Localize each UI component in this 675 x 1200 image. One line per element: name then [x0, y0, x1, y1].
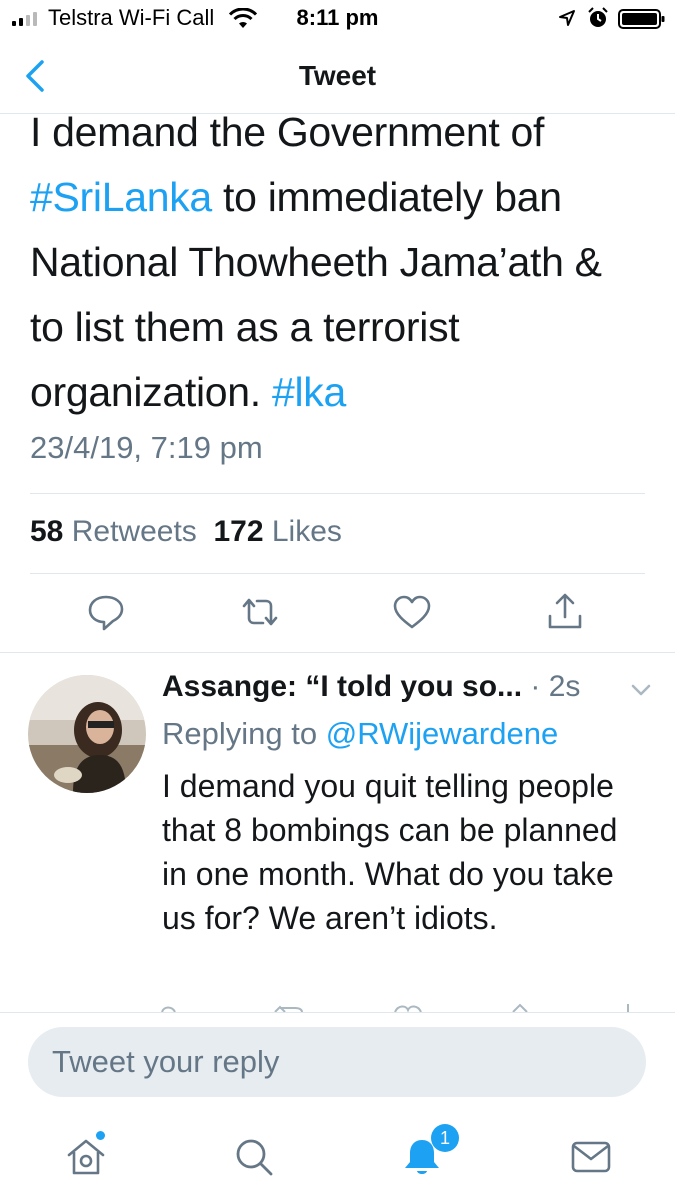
tweet-stats: 58 Retweets 172 Likes: [30, 515, 342, 549]
search-icon[interactable]: [232, 1135, 276, 1179]
reply-time: · 2s: [522, 670, 581, 703]
likes-label: Likes: [271, 515, 342, 548]
hashtag-link[interactable]: #lka: [272, 369, 346, 415]
status-bar: Telstra Wi-Fi Call 8:11 pm: [0, 0, 675, 38]
tweet-text: I demand the Government of #SriLanka to …: [30, 115, 660, 425]
tweet-line: organization. #lka: [30, 360, 660, 425]
tweet-line-text: to immediately ban: [211, 174, 562, 220]
retweets-count: 58: [30, 515, 64, 548]
tweet-line: National Thowheeth Jama’ath &: [30, 239, 602, 285]
retweet-icon[interactable]: [238, 590, 282, 634]
replying-to: Replying to @RWijewardene: [162, 716, 558, 752]
divider: [0, 1012, 675, 1013]
reply-composer-input[interactable]: Tweet your reply: [28, 1027, 646, 1097]
alarm-icon: [588, 7, 608, 27]
share-icon[interactable]: [543, 590, 587, 634]
notifications-badge: 1: [431, 1124, 459, 1152]
location-arrow-icon: [559, 10, 575, 26]
home-unread-dot: [96, 1131, 105, 1140]
reply-author-name[interactable]: Assange: “I told you so...: [162, 670, 522, 703]
likes-count: 172: [213, 515, 264, 548]
retweets-label: Retweets: [71, 515, 197, 548]
divider: [0, 652, 675, 653]
avatar[interactable]: [28, 675, 146, 793]
divider: [30, 573, 645, 574]
reply-text: I demand you quit telling people that 8 …: [162, 768, 618, 936]
reply-header: Assange: “I told you so... · 2s: [162, 670, 580, 704]
divider: [30, 493, 645, 494]
tweet-timestamp: 23/4/19, 7:19 pm: [30, 430, 263, 465]
replying-handle[interactable]: @RWijewardene: [326, 716, 559, 751]
composer-placeholder: Tweet your reply: [52, 1044, 280, 1079]
tweet-actions: [0, 590, 675, 640]
nav-bar: Tweet: [0, 38, 675, 114]
page-title: Tweet: [298, 60, 377, 91]
retweets-stat[interactable]: 58 Retweets: [30, 515, 197, 548]
reply-actions: [161, 1003, 629, 1012]
tweet-line: to list them as a terrorist: [30, 304, 460, 350]
reply-icon[interactable]: [84, 590, 128, 634]
home-icon[interactable]: [64, 1135, 108, 1179]
tweet-line: I demand the Government of: [30, 115, 545, 155]
tweet-line: #SriLanka to immediately ban: [30, 165, 660, 230]
likes-stat[interactable]: 172 Likes: [213, 515, 341, 548]
replying-prefix: Replying to: [162, 716, 326, 751]
like-icon[interactable]: [390, 590, 434, 634]
messages-icon[interactable]: [569, 1135, 613, 1179]
chevron-down-icon[interactable]: [630, 682, 652, 698]
tweet-body: I demand the Government of #SriLanka to …: [0, 115, 675, 435]
hashtag-link[interactable]: #SriLanka: [30, 174, 212, 220]
battery-icon: [618, 9, 665, 29]
tab-bar: [0, 1115, 675, 1200]
tweet-line-text: organization.: [30, 369, 272, 415]
